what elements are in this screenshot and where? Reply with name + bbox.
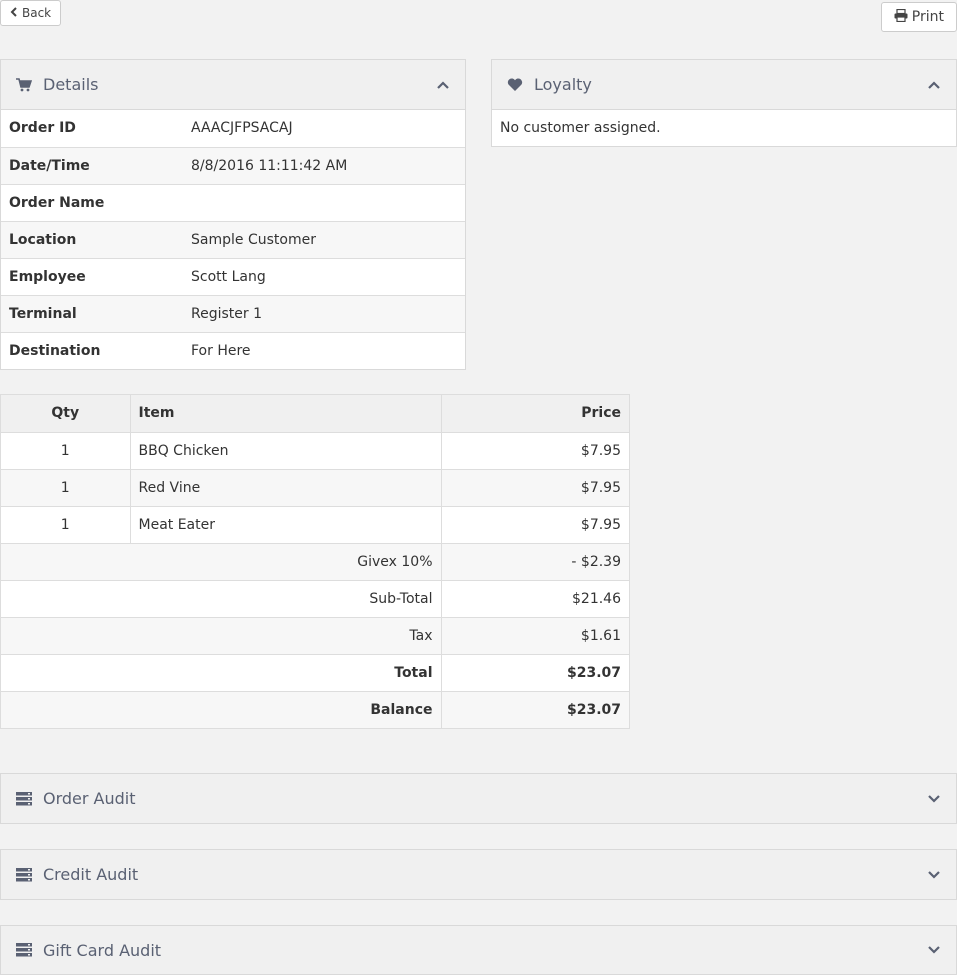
column-header-item: Item: [130, 395, 442, 432]
server-icon: [15, 866, 33, 884]
heart-icon: [506, 76, 524, 94]
summary-value: $23.07: [441, 690, 629, 728]
chevron-up-icon[interactable]: [435, 77, 451, 93]
item-qty: 1: [1, 505, 131, 543]
item-name: Meat Eater: [130, 505, 442, 543]
item-price: $7.95: [441, 431, 629, 469]
details-value: [183, 183, 465, 221]
loyalty-panel-heading[interactable]: Loyalty: [492, 60, 956, 110]
details-value: For Here: [183, 331, 465, 369]
details-label: Date/Time: [1, 146, 183, 184]
details-row: Date/Time 8/8/2016 11:11:42 AM: [1, 146, 465, 184]
chevron-up-icon[interactable]: [926, 77, 942, 93]
item-name: BBQ Chicken: [130, 431, 442, 469]
order-audit-panel[interactable]: Order Audit: [0, 773, 957, 824]
summary-label: Sub-Total: [1, 579, 442, 617]
item-price: $7.95: [441, 505, 629, 543]
details-row: Location Sample Customer: [1, 220, 465, 258]
back-button-label: Back: [22, 6, 52, 20]
shopping-cart-icon: [15, 76, 33, 94]
loyalty-message: No customer assigned.: [500, 120, 661, 136]
loyalty-panel: Loyalty No customer assigned.: [491, 59, 957, 147]
item-name: Red Vine: [130, 468, 442, 506]
printer-icon: [894, 8, 908, 26]
chevron-down-icon[interactable]: [926, 942, 942, 958]
details-row: Destination For Here: [1, 331, 465, 369]
summary-row: Tax $1.61: [1, 616, 629, 654]
details-row: Order Name: [1, 183, 465, 221]
summary-value: $21.46: [441, 579, 629, 617]
column-header-qty: Qty: [1, 395, 131, 432]
summary-label: Balance: [1, 690, 442, 728]
gift-card-audit-title: Gift Card Audit: [43, 940, 162, 960]
details-label: Order Name: [1, 183, 183, 221]
details-value: Register 1: [183, 294, 465, 332]
details-label: Location: [1, 220, 183, 258]
summary-row: Balance $23.07: [1, 690, 629, 728]
print-button[interactable]: Print: [880, 2, 957, 32]
chevron-left-icon: [10, 6, 18, 20]
summary-label: Total: [1, 653, 442, 691]
summary-row: Total $23.07: [1, 653, 629, 691]
print-button-label: Print: [911, 9, 944, 25]
server-icon: [15, 941, 33, 959]
details-label: Terminal: [1, 294, 183, 332]
details-value: AAACJFPSACAJ: [191, 120, 293, 137]
summary-label: Tax: [1, 616, 442, 654]
details-row: Employee Scott Lang: [1, 257, 465, 295]
details-row: Order ID AAACJFPSACAJ: [1, 110, 465, 147]
details-panel: Details Order ID AAACJFPSACAJ Date/Time 8/…: [0, 59, 466, 370]
summary-row: Sub-Total $21.46: [1, 579, 629, 617]
details-label: Employee: [1, 257, 183, 295]
summary-row: Givex 10% - $2.39: [1, 542, 629, 580]
details-panel-heading[interactable]: Details: [1, 60, 465, 110]
table-header-row: Qty Item Price: [1, 395, 629, 432]
details-value: Sample Customer: [183, 220, 465, 258]
credit-audit-panel[interactable]: Credit Audit: [0, 849, 957, 900]
summary-value: $23.07: [441, 653, 629, 691]
gift-card-audit-panel[interactable]: Gift Card Audit: [0, 925, 957, 975]
credit-audit-title: Credit Audit: [43, 865, 139, 884]
summary-value: - $2.39: [441, 542, 629, 580]
details-row: Terminal Register 1: [1, 294, 465, 332]
loyalty-panel-title: Loyalty: [534, 75, 592, 94]
details-table: Order ID AAACJFPSACAJ Date/Time 8/8/2016 1…: [1, 110, 465, 369]
chevron-down-icon[interactable]: [926, 867, 942, 883]
server-icon: [15, 790, 33, 808]
details-label: Destination: [1, 331, 183, 369]
back-button[interactable]: Back: [0, 0, 62, 26]
summary-value: $1.61: [441, 616, 629, 654]
details-value: 8/8/2016 11:11:42 AM: [183, 146, 465, 184]
order-items-table: Qty Item Price 1 BBQ Chicken $7.95 1 Red…: [0, 394, 630, 729]
item-qty: 1: [1, 468, 131, 506]
chevron-down-icon[interactable]: [926, 791, 942, 807]
details-value: Scott Lang: [183, 257, 465, 295]
summary-label: Givex 10%: [1, 542, 442, 580]
item-price: $7.95: [441, 468, 629, 506]
table-row: 1 BBQ Chicken $7.95: [1, 431, 629, 469]
table-row: 1 Red Vine $7.95: [1, 468, 629, 506]
item-qty: 1: [1, 431, 131, 469]
order-audit-title: Order Audit: [43, 789, 136, 808]
table-row: 1 Meat Eater $7.95: [1, 505, 629, 543]
column-header-price: Price: [441, 395, 629, 432]
details-panel-title: Details: [43, 75, 99, 94]
details-label: Order ID: [9, 120, 76, 137]
